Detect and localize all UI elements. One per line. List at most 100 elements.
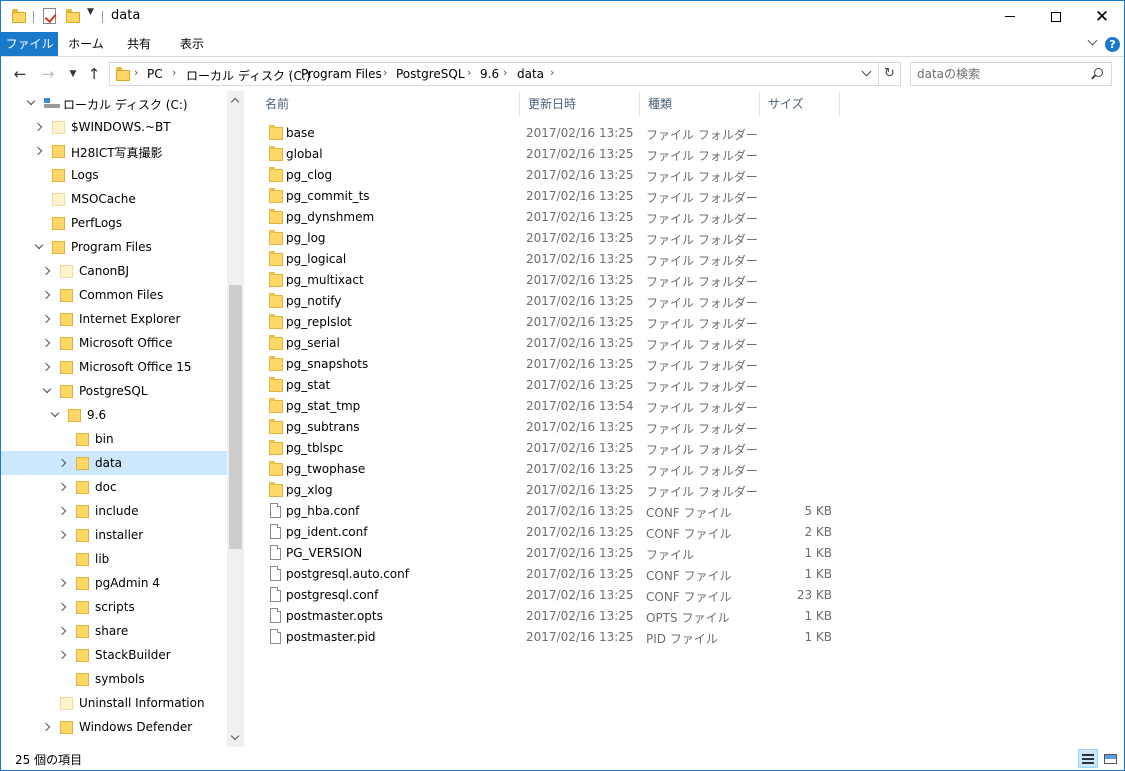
chevron-right-icon[interactable] [58, 506, 68, 516]
table-row[interactable]: postgresql.auto.conf 2017/02/16 13:25 CONF… [257, 564, 857, 585]
column-header-type[interactable]: 種類 [640, 91, 760, 117]
table-row[interactable]: pg_ident.conf 2017/02/16 13:25 CONF ファイル 2 … [257, 522, 857, 543]
table-row[interactable]: pg_subtrans 2017/02/16 13:25 ファイル フォルダー [257, 417, 857, 438]
crumb-data[interactable]: data [517, 67, 544, 81]
search-box[interactable] [910, 62, 1112, 86]
close-button[interactable]: ✕ [1079, 1, 1124, 32]
tree-item[interactable]: CanonBJ [1, 259, 227, 283]
chevron-down-icon[interactable] [34, 242, 44, 252]
table-row[interactable]: pg_notify 2017/02/16 13:25 ファイル フォルダー [257, 291, 857, 312]
help-icon[interactable]: ? [1105, 37, 1120, 52]
crumb-separator-icon[interactable]: › [288, 66, 292, 79]
table-row[interactable]: pg_snapshots 2017/02/16 13:25 ファイル フォルダー [257, 354, 857, 375]
chevron-down-icon[interactable] [42, 386, 52, 396]
address-bar[interactable]: › PC › ローカル ディスク (C:) › Program Files › … [109, 62, 901, 86]
table-row[interactable]: pg_xlog 2017/02/16 13:25 ファイル フォルダー [257, 480, 857, 501]
scroll-up-icon[interactable] [231, 96, 240, 105]
table-row[interactable]: pg_log 2017/02/16 13:25 ファイル フォルダー [257, 228, 857, 249]
chevron-right-icon[interactable] [34, 146, 44, 156]
crumb-separator-icon[interactable]: › [134, 66, 138, 79]
tree-item[interactable]: H28ICT写真撮影 [1, 139, 227, 163]
table-row[interactable]: postmaster.pid 2017/02/16 13:25 PID ファイル 1 … [257, 627, 857, 648]
crumb-program-files[interactable]: Program Files [301, 67, 382, 81]
table-row[interactable]: pg_dynshmem 2017/02/16 13:25 ファイル フォルダー [257, 207, 857, 228]
column-header-date[interactable]: 更新日時 [520, 91, 640, 117]
tree-item[interactable]: include [1, 499, 227, 523]
tree-item[interactable]: bin [1, 427, 227, 451]
forward-arrow-icon[interactable]: → [39, 65, 57, 83]
chevron-right-icon[interactable] [58, 602, 68, 612]
chevron-right-icon[interactable] [58, 650, 68, 660]
table-row[interactable]: postgresql.conf 2017/02/16 13:25 CONF ファイル… [257, 585, 857, 606]
tree-item[interactable]: Windows Defender [1, 715, 227, 739]
chevron-right-icon[interactable] [42, 290, 52, 300]
tree-item[interactable]: Microsoft Office [1, 331, 227, 355]
table-row[interactable]: postmaster.opts 2017/02/16 13:25 OPTS ファイル… [257, 606, 857, 627]
tree-item[interactable]: Logs [1, 163, 227, 187]
column-header-size[interactable]: サイズ [760, 91, 840, 117]
table-row[interactable]: pg_twophase 2017/02/16 13:25 ファイル フォルダー [257, 459, 857, 480]
minimize-button[interactable] [987, 1, 1033, 32]
tree-item[interactable]: symbols [1, 667, 227, 691]
tree-item[interactable]: scripts [1, 595, 227, 619]
tree-item[interactable]: pgAdmin 4 [1, 571, 227, 595]
column-header-name[interactable]: ˆ 名前 [257, 91, 520, 117]
large-icons-view-button[interactable] [1100, 749, 1120, 768]
table-row[interactable]: pg_stat 2017/02/16 13:25 ファイル フォルダー [257, 375, 857, 396]
details-view-button[interactable] [1078, 749, 1098, 768]
crumb-separator-icon[interactable]: › [467, 66, 471, 79]
chevron-right-icon[interactable] [34, 122, 44, 132]
properties-icon[interactable] [43, 8, 56, 24]
search-input[interactable] [917, 66, 1087, 82]
table-row[interactable]: pg_serial 2017/02/16 13:25 ファイル フォルダー [257, 333, 857, 354]
recent-locations-icon[interactable]: ▼ [64, 65, 82, 83]
address-history-icon[interactable] [860, 67, 874, 81]
tab-home[interactable]: ホーム [58, 32, 114, 56]
chevron-right-icon[interactable] [42, 362, 52, 372]
chevron-right-icon[interactable] [58, 482, 68, 492]
customize-quick-access-icon[interactable]: ▼ [87, 7, 94, 17]
tree-item[interactable]: Uninstall Information [1, 691, 227, 715]
refresh-icon[interactable]: ↻ [878, 63, 900, 85]
chevron-right-icon[interactable] [58, 530, 68, 540]
scrollbar-thumb[interactable] [229, 285, 242, 549]
tree-item[interactable]: data [1, 451, 227, 475]
tree-item[interactable]: MSOCache [1, 187, 227, 211]
table-row[interactable]: pg_tblspc 2017/02/16 13:25 ファイル フォルダー [257, 438, 857, 459]
search-icon[interactable] [1091, 68, 1103, 80]
table-row[interactable]: pg_hba.conf 2017/02/16 13:25 CONF ファイル 5 KB [257, 501, 857, 522]
tree-item[interactable]: Microsoft Office 15 [1, 355, 227, 379]
tree-item[interactable]: Program Files [1, 235, 227, 259]
table-row[interactable]: pg_commit_ts 2017/02/16 13:25 ファイル フォルダー [257, 186, 857, 207]
crumb-separator-icon[interactable]: › [550, 66, 554, 79]
up-arrow-icon[interactable]: ↑ [85, 65, 103, 83]
tree-item[interactable]: Common Files [1, 283, 227, 307]
table-row[interactable]: global 2017/02/16 13:25 ファイル フォルダー [257, 144, 857, 165]
chevron-down-icon[interactable] [26, 98, 36, 108]
chevron-right-icon[interactable] [58, 626, 68, 636]
table-row[interactable]: pg_stat_tmp 2017/02/16 13:54 ファイル フォルダー [257, 396, 857, 417]
crumb-separator-icon[interactable]: › [172, 66, 176, 79]
navigation-scrollbar[interactable] [227, 91, 244, 747]
tree-item[interactable]: PostgreSQL [1, 379, 227, 403]
chevron-right-icon[interactable] [42, 722, 52, 732]
crumb-postgresql[interactable]: PostgreSQL [396, 67, 465, 81]
crumb-separator-icon[interactable]: › [503, 66, 507, 79]
tree-item[interactable]: 9.6 [1, 403, 227, 427]
new-folder-icon[interactable] [66, 9, 80, 23]
crumb-pc[interactable]: PC [147, 67, 163, 81]
crumb-separator-icon[interactable]: › [383, 66, 387, 79]
maximize-button[interactable] [1033, 1, 1079, 32]
crumb-9-6[interactable]: 9.6 [480, 67, 499, 81]
tree-item[interactable]: ローカル ディスク (C:) [1, 91, 227, 115]
tab-view[interactable]: 表示 [164, 32, 220, 56]
tree-item[interactable]: doc [1, 475, 227, 499]
chevron-down-icon[interactable] [50, 410, 60, 420]
chevron-right-icon[interactable] [42, 266, 52, 276]
tree-item[interactable]: $WINDOWS.~BT [1, 115, 227, 139]
tree-item[interactable]: Internet Explorer [1, 307, 227, 331]
table-row[interactable]: pg_replslot 2017/02/16 13:25 ファイル フォルダー [257, 312, 857, 333]
scroll-down-icon[interactable] [231, 733, 240, 742]
chevron-right-icon[interactable] [58, 578, 68, 588]
table-row[interactable]: pg_multixact 2017/02/16 13:25 ファイル フォルダー [257, 270, 857, 291]
